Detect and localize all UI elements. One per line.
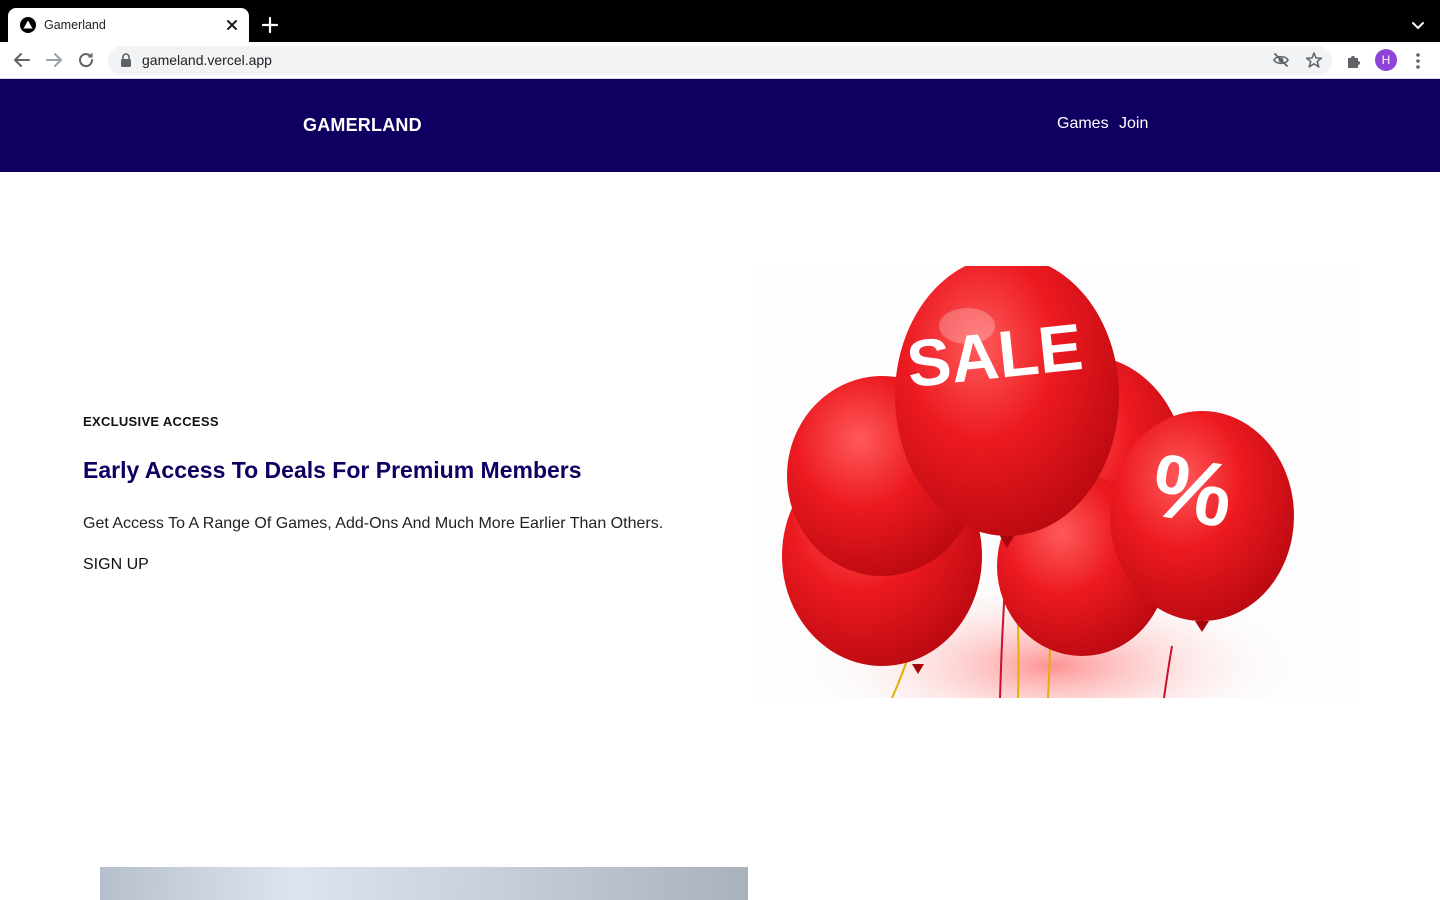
browser-toolbar: gameland.vercel.app H: [0, 42, 1440, 79]
browser-tab[interactable]: Gamerland: [8, 8, 249, 42]
forward-arrow-icon[interactable]: [43, 49, 65, 71]
nav-link-join[interactable]: Join: [1119, 115, 1148, 133]
browser-tabbar: Gamerland: [0, 0, 1440, 42]
new-tab-plus-icon[interactable]: [260, 15, 280, 35]
hero-headline: Early Access To Deals For Premium Member…: [83, 457, 582, 483]
url-text: gameland.vercel.app: [142, 52, 272, 68]
sale-balloons-image: SALE %: [752, 266, 1358, 698]
lock-icon: [121, 53, 131, 67]
balloon-percent-text: %: [1144, 435, 1240, 547]
star-icon[interactable]: [1305, 51, 1323, 69]
tab-title: Gamerland: [44, 18, 106, 32]
hero-eyebrow: EXCLUSIVE ACCESS: [83, 414, 219, 429]
balloons-illustration: SALE %: [782, 266, 1302, 698]
hero-subtext: Get Access To A Range Of Games, Add-Ons …: [83, 515, 664, 532]
reload-icon[interactable]: [75, 49, 97, 71]
profile-avatar[interactable]: H: [1375, 49, 1397, 71]
chevron-down-icon[interactable]: [1408, 16, 1428, 36]
back-arrow-icon[interactable]: [11, 49, 33, 71]
vercel-favicon-icon: [20, 17, 36, 33]
sign-up-button[interactable]: SIGN UP: [83, 556, 149, 574]
nav-link-games[interactable]: Games: [1057, 115, 1109, 133]
more-vert-icon[interactable]: [1410, 51, 1426, 71]
extensions-puzzle-icon[interactable]: [1344, 51, 1364, 71]
address-bar[interactable]: gameland.vercel.app: [108, 46, 1332, 75]
site-header: GAMERLAND Games Join: [0, 79, 1440, 172]
eye-off-icon[interactable]: [1272, 51, 1290, 69]
close-icon[interactable]: [224, 17, 240, 33]
site-logo[interactable]: GAMERLAND: [303, 115, 422, 136]
next-section-image: [100, 867, 748, 900]
